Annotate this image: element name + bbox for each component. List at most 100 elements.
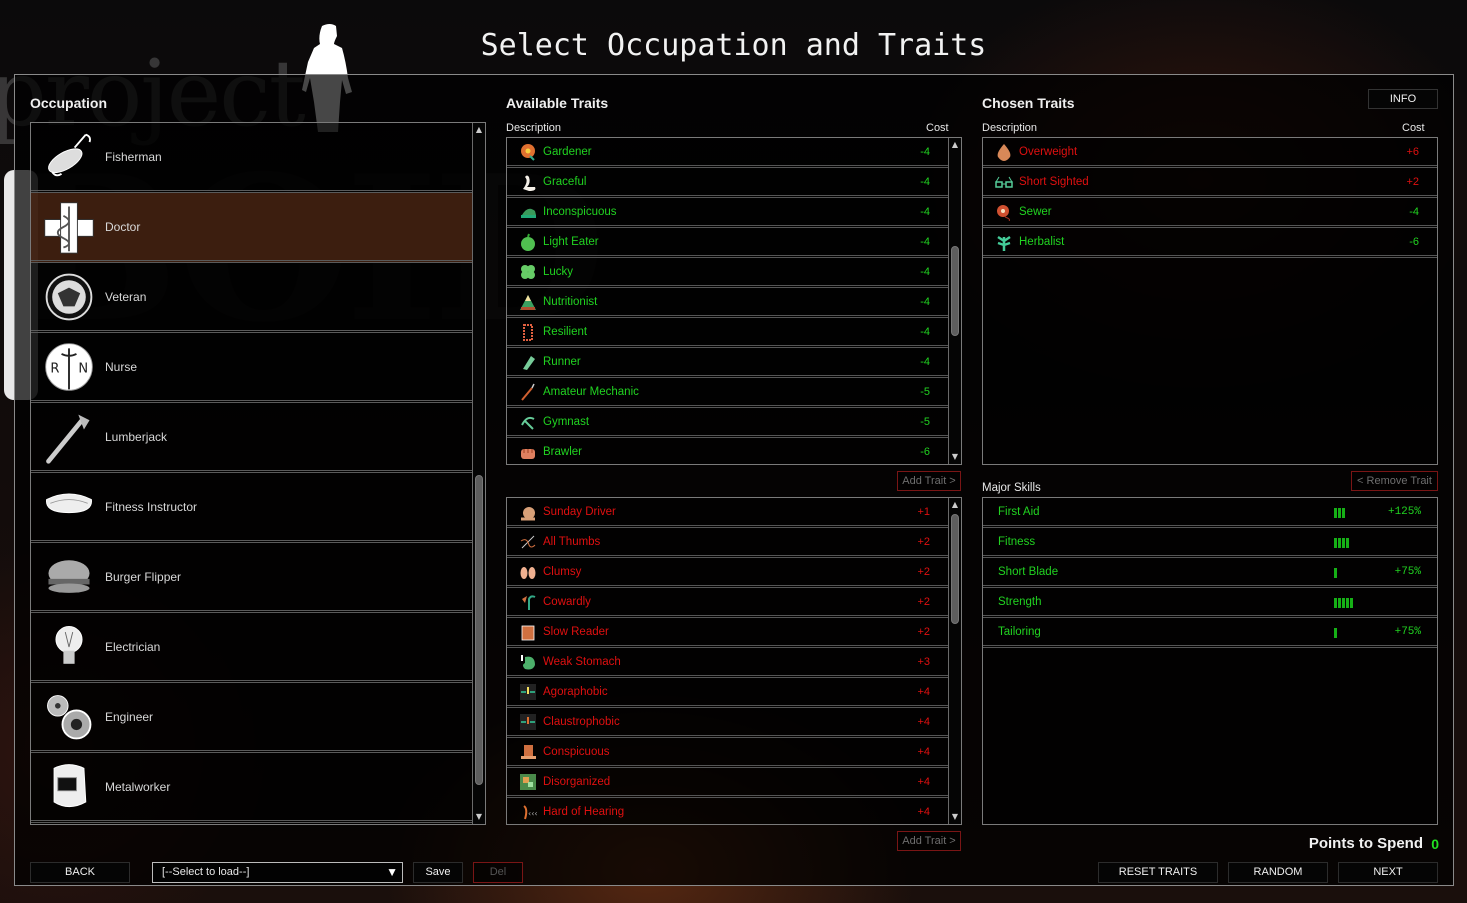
occupation-label: Electrician — [105, 639, 161, 654]
sweatband-icon — [39, 477, 99, 537]
add-positive-trait-button[interactable]: Add Trait > — [897, 471, 961, 491]
page-title: Select Occupation and Traits — [480, 28, 987, 63]
occupation-item-metalworker[interactable]: Metalworker — [31, 753, 474, 823]
trait-row-slow-reader[interactable]: Slow Reader +2 — [507, 618, 950, 648]
apple-icon — [519, 233, 537, 251]
scroll-up-icon[interactable]: ▲ — [949, 139, 961, 151]
trait-row-agoraphobic[interactable]: Agoraphobic +4 — [507, 678, 950, 708]
points-to-spend-label: Points to Spend — [1308, 835, 1423, 852]
occupation-label: Metalworker — [105, 779, 171, 794]
spring-icon — [519, 323, 537, 341]
swan-icon — [519, 173, 537, 191]
herb-icon — [995, 233, 1013, 251]
trait-row-gymnast[interactable]: Gymnast -5 — [507, 408, 950, 438]
info-button[interactable]: INFO — [1368, 89, 1438, 109]
trait-row-runner[interactable]: Runner -4 — [507, 348, 950, 378]
wilted-flower-icon — [519, 593, 537, 611]
occupation-label: Nurse — [105, 359, 138, 374]
occupation-item-veteran[interactable]: Veteran — [31, 263, 474, 333]
trait-label: Nutritionist — [543, 295, 598, 308]
scroll-down-icon[interactable]: ▼ — [949, 811, 961, 823]
trait-row-clumsy[interactable]: Clumsy +2 — [507, 558, 950, 588]
trait-label: Conspicuous — [543, 745, 610, 758]
occupation-item-doctor[interactable]: Doctor — [31, 193, 474, 263]
trait-label: Short Sighted — [1019, 175, 1089, 188]
trait-row-cowardly[interactable]: Cowardly +2 — [507, 588, 950, 618]
trait-label: Runner — [543, 355, 581, 368]
trait-row-sunday-driver[interactable]: Sunday Driver +1 — [507, 498, 950, 528]
save-button[interactable]: Save — [413, 862, 463, 883]
trait-cost: -4 — [920, 355, 930, 368]
trait-row-gardener[interactable]: Gardener -4 — [507, 138, 950, 168]
trait-row-short-sighted[interactable]: Short Sighted +2 — [983, 168, 1437, 198]
trait-row-herbalist[interactable]: Herbalist -6 — [983, 228, 1437, 258]
skill-level-pip — [1342, 598, 1345, 608]
burger-icon — [39, 547, 99, 607]
wrench-icon — [519, 383, 537, 401]
occupation-item-nurse[interactable]: R N Nurse — [31, 333, 474, 403]
trait-row-light-eater[interactable]: Light Eater -4 — [507, 228, 950, 258]
delete-button[interactable]: Del — [473, 862, 523, 883]
trait-row-nutritionist[interactable]: Nutritionist -4 — [507, 288, 950, 318]
scroll-up-icon[interactable]: ▲ — [949, 499, 961, 511]
random-button[interactable]: RANDOM — [1228, 862, 1328, 883]
trait-label: Agoraphobic — [543, 685, 608, 698]
trait-label: Lucky — [543, 265, 574, 278]
trait-row-all-thumbs[interactable]: All Thumbs +2 — [507, 528, 950, 558]
occupation-label: Lumberjack — [105, 429, 168, 444]
trait-cost: +4 — [917, 745, 930, 758]
scroll-thumb[interactable] — [475, 475, 483, 785]
trait-row-disorganized[interactable]: Disorganized +4 — [507, 768, 950, 798]
scroll-up-icon[interactable]: ▲ — [473, 124, 485, 136]
trait-row-weak-stomach[interactable]: Weak Stomach +3 — [507, 648, 950, 678]
negative-traits-scrollbar[interactable]: ▲ ▼ — [948, 498, 961, 824]
trait-row-graceful[interactable]: Graceful -4 — [507, 168, 950, 198]
trait-label: Herbalist — [1019, 235, 1065, 248]
trait-row-amateur-mechanic[interactable]: Amateur Mechanic -5 — [507, 378, 950, 408]
occupation-item-lumberjack[interactable]: Lumberjack — [31, 403, 474, 473]
trait-label: Claustrophobic — [543, 715, 620, 728]
trait-row-brawler[interactable]: Brawler -6 — [507, 438, 950, 464]
trait-label: Weak Stomach — [543, 655, 621, 668]
occupation-item-engineer[interactable]: Engineer — [31, 683, 474, 753]
trait-row-hard-of-hearing[interactable]: ‹‹‹ Hard of Hearing +4 — [507, 798, 950, 824]
trait-row-sewer[interactable]: Sewer -4 — [983, 198, 1437, 228]
belly-icon — [995, 143, 1013, 161]
trait-label: Hard of Hearing — [543, 805, 625, 818]
reset-traits-button[interactable]: RESET TRAITS — [1098, 862, 1218, 883]
trait-row-overweight[interactable]: Overweight +6 — [983, 138, 1437, 168]
skill-row-short-blade: Short Blade +75% — [983, 558, 1437, 588]
dropdown-arrow-icon: ▼ — [386, 865, 398, 879]
trait-cost: -5 — [920, 415, 930, 428]
glasses-icon — [995, 173, 1013, 191]
needle-thread-icon — [519, 533, 537, 551]
trait-row-resilient[interactable]: Resilient -4 — [507, 318, 950, 348]
trait-cost: -4 — [920, 235, 930, 248]
occupation-item-fitness-instructor[interactable]: Fitness Instructor — [31, 473, 474, 543]
food-pyramid-icon — [519, 293, 537, 311]
occupation-item-electrician[interactable]: Electrician — [31, 613, 474, 683]
load-preset-value: [--Select to load--] — [162, 866, 250, 878]
occupation-item-burger-flipper[interactable]: Burger Flipper — [31, 543, 474, 613]
occupation-scrollbar[interactable]: ▲ ▼ — [472, 123, 485, 824]
scroll-thumb[interactable] — [951, 246, 959, 336]
trait-cost: -4 — [1409, 205, 1419, 218]
trait-label: Clumsy — [543, 565, 582, 578]
trait-row-claustrophobic[interactable]: Claustrophobic +4 — [507, 708, 950, 738]
trait-row-lucky[interactable]: Lucky -4 — [507, 258, 950, 288]
add-negative-trait-button[interactable]: Add Trait > — [897, 831, 961, 851]
scroll-down-icon[interactable]: ▼ — [473, 811, 485, 823]
scroll-down-icon[interactable]: ▼ — [949, 451, 961, 463]
skill-level-bars — [1334, 568, 1337, 578]
back-button[interactable]: BACK — [30, 862, 130, 883]
positive-traits-scrollbar[interactable]: ▲ ▼ — [948, 138, 961, 464]
trait-row-conspicuous[interactable]: Conspicuous +4 — [507, 738, 950, 768]
scroll-thumb[interactable] — [951, 514, 959, 624]
next-button[interactable]: NEXT — [1338, 862, 1438, 883]
load-preset-select[interactable]: [--Select to load--] ▼ — [152, 862, 403, 883]
occupation-item-fisherman[interactable]: Fisherman — [31, 123, 474, 193]
trait-row-inconspicuous[interactable]: Inconspicuous -4 — [507, 198, 950, 228]
remove-trait-button[interactable]: < Remove Trait — [1351, 471, 1438, 491]
ear-icon: ‹‹‹ — [519, 803, 537, 821]
skill-level-bars — [1334, 598, 1353, 608]
